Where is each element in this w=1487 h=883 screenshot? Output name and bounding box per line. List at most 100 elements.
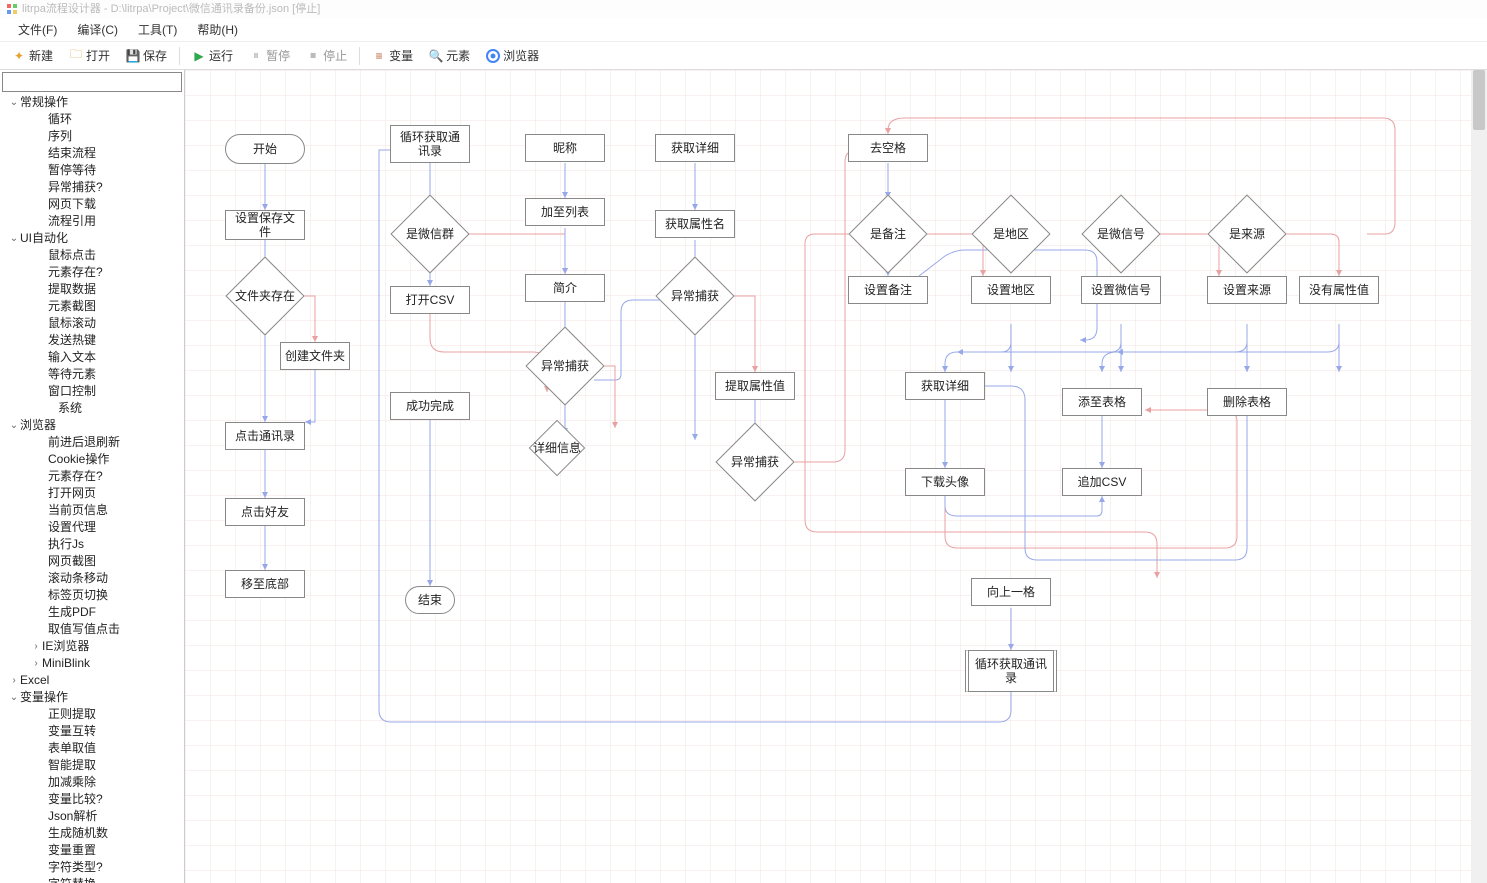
- canvas-area[interactable]: 开始 设置保存文件 文件夹存在 创建文件夹 点击通讯录 点击好友 移至底部 循环…: [185, 70, 1487, 883]
- node-trycatch2[interactable]: 异常捕获: [655, 256, 734, 335]
- tree-item[interactable]: 标签页切换: [8, 587, 182, 604]
- vertical-scrollbar[interactable]: [1471, 70, 1487, 883]
- tree-item[interactable]: 网页截图: [8, 553, 182, 570]
- tree-item[interactable]: 序列: [8, 128, 182, 145]
- tool-run[interactable]: ▶运行: [186, 45, 239, 66]
- tree-item[interactable]: 发送热键: [8, 332, 182, 349]
- menu-tool[interactable]: 工具(T): [128, 18, 187, 41]
- tree-group[interactable]: ⌄浏览器: [8, 417, 182, 434]
- tree-item[interactable]: 滚动条移动: [8, 570, 182, 587]
- scrollbar-thumb[interactable]: [1473, 70, 1485, 130]
- tree-item[interactable]: 执行Js: [8, 536, 182, 553]
- tree-item[interactable]: 打开网页: [8, 485, 182, 502]
- node-set-wxid[interactable]: 设置微信号: [1081, 276, 1161, 304]
- tree-item[interactable]: 系统: [8, 400, 182, 417]
- node-add-list[interactable]: 加至列表: [525, 198, 605, 226]
- tree-item[interactable]: 鼠标点击: [8, 247, 182, 264]
- menu-help[interactable]: 帮助(H): [187, 18, 248, 41]
- node-start[interactable]: 开始: [225, 134, 305, 164]
- node-is-wxid[interactable]: 是微信号: [1081, 194, 1160, 273]
- search-input[interactable]: [2, 72, 182, 92]
- tree-item[interactable]: 元素存在?: [8, 264, 182, 281]
- tree-group[interactable]: ⌄变量操作: [8, 689, 182, 706]
- tree-item[interactable]: Cookie操作: [8, 451, 182, 468]
- tool-pause[interactable]: ⏸暂停: [243, 45, 296, 66]
- tree-item[interactable]: 鼠标滚动: [8, 315, 182, 332]
- tree-item[interactable]: 异常捕获?: [8, 179, 182, 196]
- tree-subgroup[interactable]: ›MiniBlink: [8, 655, 182, 672]
- node-nick[interactable]: 昵称: [525, 134, 605, 162]
- node-intro[interactable]: 简介: [525, 274, 605, 302]
- node-open-csv[interactable]: 打开CSV: [390, 286, 470, 314]
- tree-item[interactable]: 结束流程: [8, 145, 182, 162]
- node-trim[interactable]: 去空格: [848, 134, 928, 162]
- tree-item[interactable]: 网页下载: [8, 196, 182, 213]
- node-set-source[interactable]: 设置来源: [1207, 276, 1287, 304]
- node-is-source[interactable]: 是来源: [1207, 194, 1286, 273]
- node-add-table[interactable]: 添至表格: [1062, 388, 1142, 416]
- node-is-region[interactable]: 是地区: [971, 194, 1050, 273]
- menu-edit[interactable]: 编译(C): [67, 18, 128, 41]
- action-tree[interactable]: ⌄常规操作循环序列结束流程暂停等待异常捕获?网页下载流程引用⌄UI自动化鼠标点击…: [0, 94, 184, 883]
- node-set-region[interactable]: 设置地区: [971, 276, 1051, 304]
- tool-elem[interactable]: 🔍元素: [423, 45, 476, 66]
- tree-item[interactable]: 设置代理: [8, 519, 182, 536]
- node-click-friend[interactable]: 点击好友: [225, 498, 305, 526]
- tree-item[interactable]: 表单取值: [8, 740, 182, 757]
- flowchart-canvas[interactable]: 开始 设置保存文件 文件夹存在 创建文件夹 点击通讯录 点击好友 移至底部 循环…: [185, 70, 1487, 883]
- node-set-remark[interactable]: 设置备注: [848, 276, 928, 304]
- tree-item[interactable]: 当前页信息: [8, 502, 182, 519]
- node-create-folder[interactable]: 创建文件夹: [280, 342, 350, 370]
- tree-item[interactable]: 提取数据: [8, 281, 182, 298]
- node-loop-contacts2[interactable]: 循环获取通讯录: [965, 650, 1057, 692]
- tree-subgroup[interactable]: ›IE浏览器: [8, 638, 182, 655]
- menu-file[interactable]: 文件(F): [8, 18, 67, 41]
- tree-item[interactable]: 前进后退刷新: [8, 434, 182, 451]
- node-no-attr[interactable]: 没有属性值: [1299, 276, 1379, 304]
- tree-item[interactable]: 加减乘除: [8, 774, 182, 791]
- tree-item[interactable]: 暂停等待: [8, 162, 182, 179]
- tree-item[interactable]: 变量重置: [8, 842, 182, 859]
- tree-item[interactable]: 等待元素: [8, 366, 182, 383]
- node-loop-contacts[interactable]: 循环获取通讯录: [390, 125, 470, 163]
- tool-open[interactable]: 🗀打开: [63, 45, 116, 66]
- node-is-group[interactable]: 是微信群: [390, 194, 469, 273]
- tool-stop[interactable]: ⏹停止: [300, 45, 353, 66]
- tree-item[interactable]: 变量比较?: [8, 791, 182, 808]
- node-up-one[interactable]: 向上一格: [971, 578, 1051, 606]
- node-click-contacts[interactable]: 点击通讯录: [225, 422, 305, 450]
- tree-item[interactable]: 流程引用: [8, 213, 182, 230]
- tree-item[interactable]: 正则提取: [8, 706, 182, 723]
- tree-item[interactable]: 元素截图: [8, 298, 182, 315]
- node-end[interactable]: 结束: [405, 586, 455, 614]
- tree-item[interactable]: 智能提取: [8, 757, 182, 774]
- tree-item[interactable]: 生成随机数: [8, 825, 182, 842]
- node-detail[interactable]: 详细信息: [529, 420, 586, 477]
- node-dl-avatar[interactable]: 下载头像: [905, 468, 985, 496]
- node-get-detail2[interactable]: 获取详细: [905, 372, 985, 400]
- node-move-bottom[interactable]: 移至底部: [225, 570, 305, 598]
- tool-new[interactable]: ✦新建: [6, 45, 59, 66]
- tool-browser[interactable]: 浏览器: [480, 45, 545, 66]
- tree-item[interactable]: 输入文本: [8, 349, 182, 366]
- node-is-remark[interactable]: 是备注: [848, 194, 927, 273]
- tree-item[interactable]: 字符类型?: [8, 859, 182, 876]
- tree-item[interactable]: 生成PDF: [8, 604, 182, 621]
- node-del-table[interactable]: 删除表格: [1207, 388, 1287, 416]
- tree-group[interactable]: ›Excel: [8, 672, 182, 689]
- node-set-save-file[interactable]: 设置保存文件: [225, 210, 305, 240]
- tree-item[interactable]: 字符替换: [8, 876, 182, 883]
- node-trycatch3[interactable]: 异常捕获: [715, 422, 794, 501]
- tree-group[interactable]: ⌄常规操作: [8, 94, 182, 111]
- tree-item[interactable]: 变量互转: [8, 723, 182, 740]
- node-trycatch1[interactable]: 异常捕获: [525, 326, 604, 405]
- node-folder-exists[interactable]: 文件夹存在: [225, 256, 304, 335]
- node-get-detail[interactable]: 获取详细: [655, 134, 735, 162]
- node-get-attr-name[interactable]: 获取属性名: [655, 210, 735, 238]
- tree-item[interactable]: 循环: [8, 111, 182, 128]
- tree-item[interactable]: 窗口控制: [8, 383, 182, 400]
- node-extract-attr[interactable]: 提取属性值: [715, 372, 795, 400]
- tree-group[interactable]: ⌄UI自动化: [8, 230, 182, 247]
- tool-save[interactable]: 💾保存: [120, 45, 173, 66]
- tree-item[interactable]: 元素存在?: [8, 468, 182, 485]
